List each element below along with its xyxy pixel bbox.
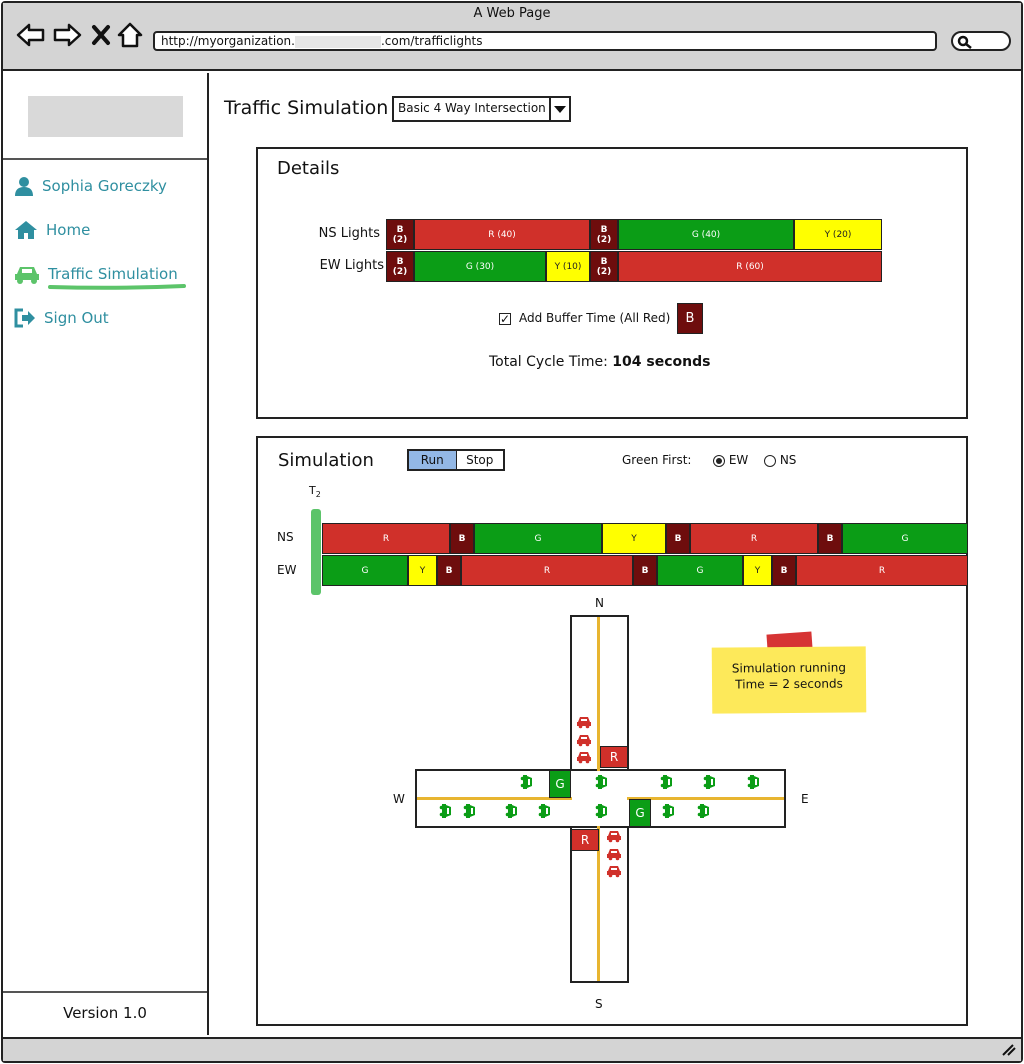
car-icon <box>520 775 532 789</box>
car-icon <box>577 752 591 764</box>
browser-statusbar <box>3 1037 1021 1061</box>
car-icon <box>439 804 451 818</box>
car-icon <box>595 804 607 818</box>
car-icon <box>505 804 517 818</box>
car-icon <box>703 775 715 789</box>
vehicles-layer <box>439 717 759 878</box>
car-icon <box>577 735 591 747</box>
status-line-2: Time = 2 seconds <box>735 676 843 692</box>
car-icon <box>607 831 621 843</box>
car-icon <box>747 775 759 789</box>
car-icon <box>595 775 607 789</box>
status-note: Simulation running Time = 2 seconds <box>711 646 867 714</box>
car-icon <box>697 804 709 818</box>
car-icon <box>607 866 621 878</box>
car-icon <box>463 804 475 818</box>
car-icon <box>538 804 550 818</box>
status-line-1: Simulation running <box>731 660 846 676</box>
resize-grip-icon[interactable] <box>1001 1043 1017 1057</box>
car-icon <box>660 775 672 789</box>
car-icon <box>662 804 674 818</box>
car-icon <box>577 717 591 729</box>
car-icon <box>607 849 621 861</box>
